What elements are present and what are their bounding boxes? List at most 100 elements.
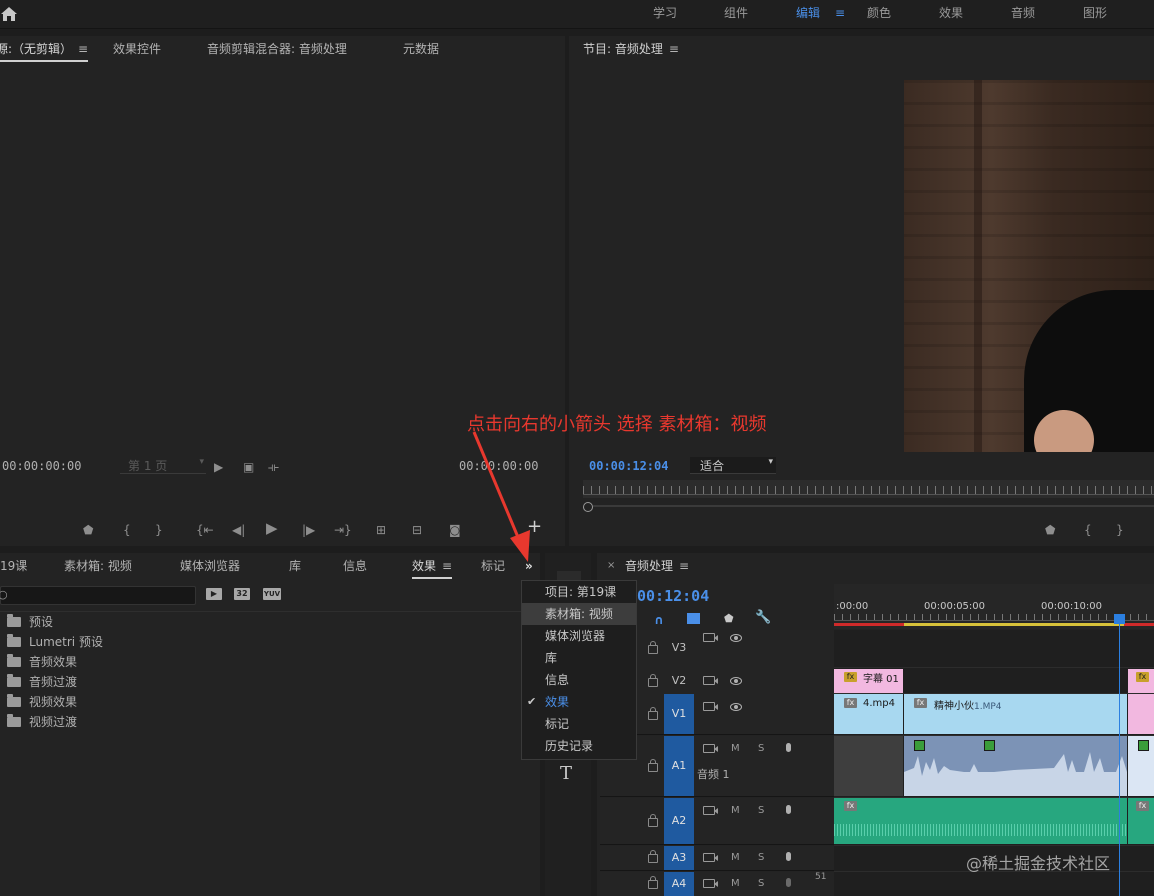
solo-button[interactable]: S <box>758 878 764 889</box>
tab-metadata[interactable]: 元数据 <box>403 36 439 62</box>
timeline-title[interactable]: 音频处理 ≡ <box>625 553 689 579</box>
track-name[interactable]: A4 <box>664 872 694 896</box>
sync-lock-icon[interactable] <box>703 879 715 888</box>
program-mark-in-icon[interactable]: { <box>1084 523 1092 537</box>
tree-item-video-effects[interactable]: 视频效果 <box>29 693 77 710</box>
tab-info[interactable]: 信息 <box>343 553 367 579</box>
audio-clip[interactable] <box>1128 736 1154 796</box>
timeline-timecode[interactable]: 00:12:04 <box>637 587 709 605</box>
home-icon[interactable] <box>0 6 18 22</box>
tree-item-audio-transitions[interactable]: 音频过渡 <box>29 673 77 690</box>
mic-icon[interactable] <box>786 878 791 887</box>
marker-icon[interactable]: ⬟ <box>83 523 93 537</box>
sync-lock-icon[interactable] <box>703 806 715 815</box>
lock-icon[interactable] <box>648 850 658 863</box>
go-to-out-icon[interactable]: ⇥} <box>334 523 352 537</box>
menu-item-bin-video[interactable]: 素材箱: 视频 <box>522 603 636 625</box>
tree-item-presets[interactable]: 预设 <box>29 613 53 630</box>
workspace-tab-audio[interactable]: 音频 <box>1011 0 1035 26</box>
mute-button[interactable]: M <box>731 878 740 889</box>
eye-icon[interactable] <box>730 677 742 685</box>
mute-button[interactable]: M <box>731 852 740 863</box>
menu-item-history[interactable]: 历史记录 <box>522 735 636 757</box>
tab-menu-icon[interactable]: ≡ <box>78 42 88 56</box>
workspace-tab-editing[interactable]: 编辑 <box>796 0 820 26</box>
menu-item-effects[interactable]: ✔ 效果 <box>522 691 636 713</box>
step-back-icon[interactable]: ◀| <box>232 523 245 537</box>
export-frame-icon[interactable]: ◙ <box>449 523 461 537</box>
menu-item-media-browser[interactable]: 媒体浏览器 <box>522 625 636 647</box>
eye-icon[interactable] <box>730 634 742 642</box>
tab-libraries[interactable]: 库 <box>289 553 301 579</box>
sync-lock-icon[interactable] <box>703 702 715 711</box>
solo-button[interactable]: S <box>758 805 764 816</box>
video-clip[interactable] <box>1128 694 1154 734</box>
video-clip[interactable]: fx 4.mp4 <box>834 694 903 734</box>
zoom-scrollbar[interactable] <box>593 505 1154 507</box>
lock-icon[interactable] <box>648 876 658 889</box>
tab-source[interactable]: 源:（无剪辑） ≡ <box>0 36 89 62</box>
sync-lock-icon[interactable] <box>703 744 715 753</box>
tab-project[interactable]: 19课 <box>0 553 27 579</box>
lock-icon[interactable] <box>648 641 658 654</box>
tree-item-audio-effects[interactable]: 音频效果 <box>29 653 77 670</box>
tree-item-lumetri-presets[interactable]: Lumetri 预设 <box>29 633 103 650</box>
workspace-tab-learn[interactable]: 学习 <box>653 0 677 26</box>
playhead-handle[interactable] <box>1114 614 1125 624</box>
32bit-effects-icon[interactable]: 32 <box>234 588 250 600</box>
menu-item-project[interactable]: 项目: 第19课 <box>522 581 636 603</box>
insert-icon[interactable]: ⊞ <box>376 523 386 537</box>
workspace-tab-color[interactable]: 颜色 <box>867 0 891 26</box>
go-to-in-icon[interactable]: {⇤ <box>196 523 214 537</box>
tab-effects-menu-icon[interactable]: ≡ <box>442 559 452 573</box>
workspace-tab-effects[interactable]: 效果 <box>939 0 963 26</box>
timeline-ruler[interactable]: :00:00 00:00:05:00 00:00:10:00 <box>834 584 1154 629</box>
program-mark-out-icon[interactable]: } <box>1116 523 1124 537</box>
track-name[interactable]: V1 <box>664 694 694 734</box>
title-clip[interactable]: fx 字幕 01 <box>834 669 903 693</box>
source-timecode-in[interactable]: 00:00:00:00 <box>2 459 81 473</box>
video-clip[interactable]: fx 精神小伙1.MP4 <box>904 694 1127 734</box>
play-icon[interactable]: ▶ <box>266 521 278 536</box>
yuv-effects-icon[interactable]: YUV <box>263 588 281 600</box>
playhead[interactable] <box>1119 615 1120 896</box>
menu-item-info[interactable]: 信息 <box>522 669 636 691</box>
title-clip[interactable]: fx <box>1128 669 1154 693</box>
tab-audio-clip-mixer[interactable]: 音频剪辑混合器: 音频处理 <box>207 36 347 62</box>
safe-margins-icon[interactable]: ▣ <box>243 460 254 474</box>
menu-item-libraries[interactable]: 库 <box>522 647 636 669</box>
page-select[interactable]: 第 1 页 ▾ <box>120 457 206 474</box>
sync-lock-icon[interactable] <box>703 633 715 642</box>
program-menu-icon[interactable]: ≡ <box>669 42 679 56</box>
sync-lock-icon[interactable] <box>703 853 715 862</box>
program-time-ruler[interactable] <box>583 480 1154 498</box>
workspace-tab-graphics[interactable]: 图形 <box>1083 0 1107 26</box>
mic-icon[interactable] <box>786 852 791 861</box>
overwrite-icon[interactable]: ⊟ <box>412 523 422 537</box>
track-name[interactable]: A2 <box>664 798 694 844</box>
track-name[interactable]: A3 <box>664 846 694 870</box>
close-icon[interactable]: × <box>607 560 615 571</box>
lock-icon[interactable] <box>648 707 658 720</box>
effects-search-input[interactable]: ○ <box>0 586 196 605</box>
program-title[interactable]: 节目: 音频处理 ≡ <box>583 36 679 62</box>
workspace-tab-assembly[interactable]: 组件 <box>724 0 748 26</box>
add-marker-icon[interactable]: ⬟ <box>724 612 734 625</box>
track-name[interactable]: A1 <box>664 736 694 796</box>
tree-item-video-transitions[interactable]: 视频过渡 <box>29 713 77 730</box>
accelerated-effects-icon[interactable]: ▶ <box>206 588 222 600</box>
lock-icon[interactable] <box>648 759 658 772</box>
zoom-handle-icon[interactable] <box>583 502 593 512</box>
tab-media-browser[interactable]: 媒体浏览器 <box>180 553 240 579</box>
type-tool-icon[interactable]: T <box>560 763 572 784</box>
fit-select[interactable]: 适合 ▾ <box>690 457 776 474</box>
mark-out-icon[interactable]: } <box>155 523 163 537</box>
audio-clip-2[interactable]: fx <box>1128 798 1154 844</box>
tab-effects[interactable]: 效果 ≡ <box>412 553 453 579</box>
linked-selection-icon[interactable] <box>687 613 700 624</box>
program-timecode[interactable]: 00:00:12:04 <box>589 459 668 473</box>
tab-effect-controls[interactable]: 效果控件 <box>113 36 161 62</box>
audio-clip-2[interactable]: fx <box>834 798 1127 844</box>
solo-button[interactable]: S <box>758 743 764 754</box>
wrench-icon[interactable]: 🔧 <box>755 610 771 625</box>
